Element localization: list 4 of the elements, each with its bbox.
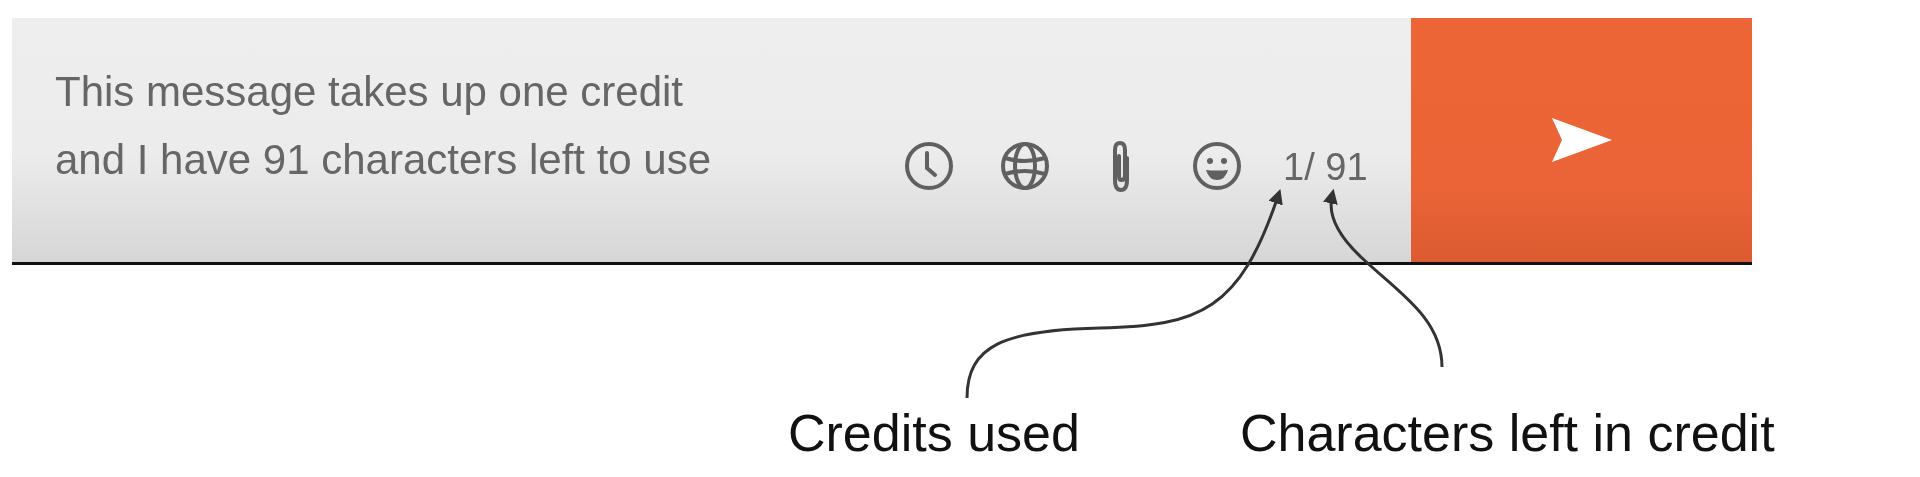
message-text[interactable]: This message takes up one credit and I have 91 characters left to use (12, 18, 855, 262)
annotation-label: Credits used (788, 403, 1080, 463)
character-counter: 1/ 91 (1283, 145, 1369, 190)
annotation-label: Characters left in credit (1239, 403, 1775, 463)
